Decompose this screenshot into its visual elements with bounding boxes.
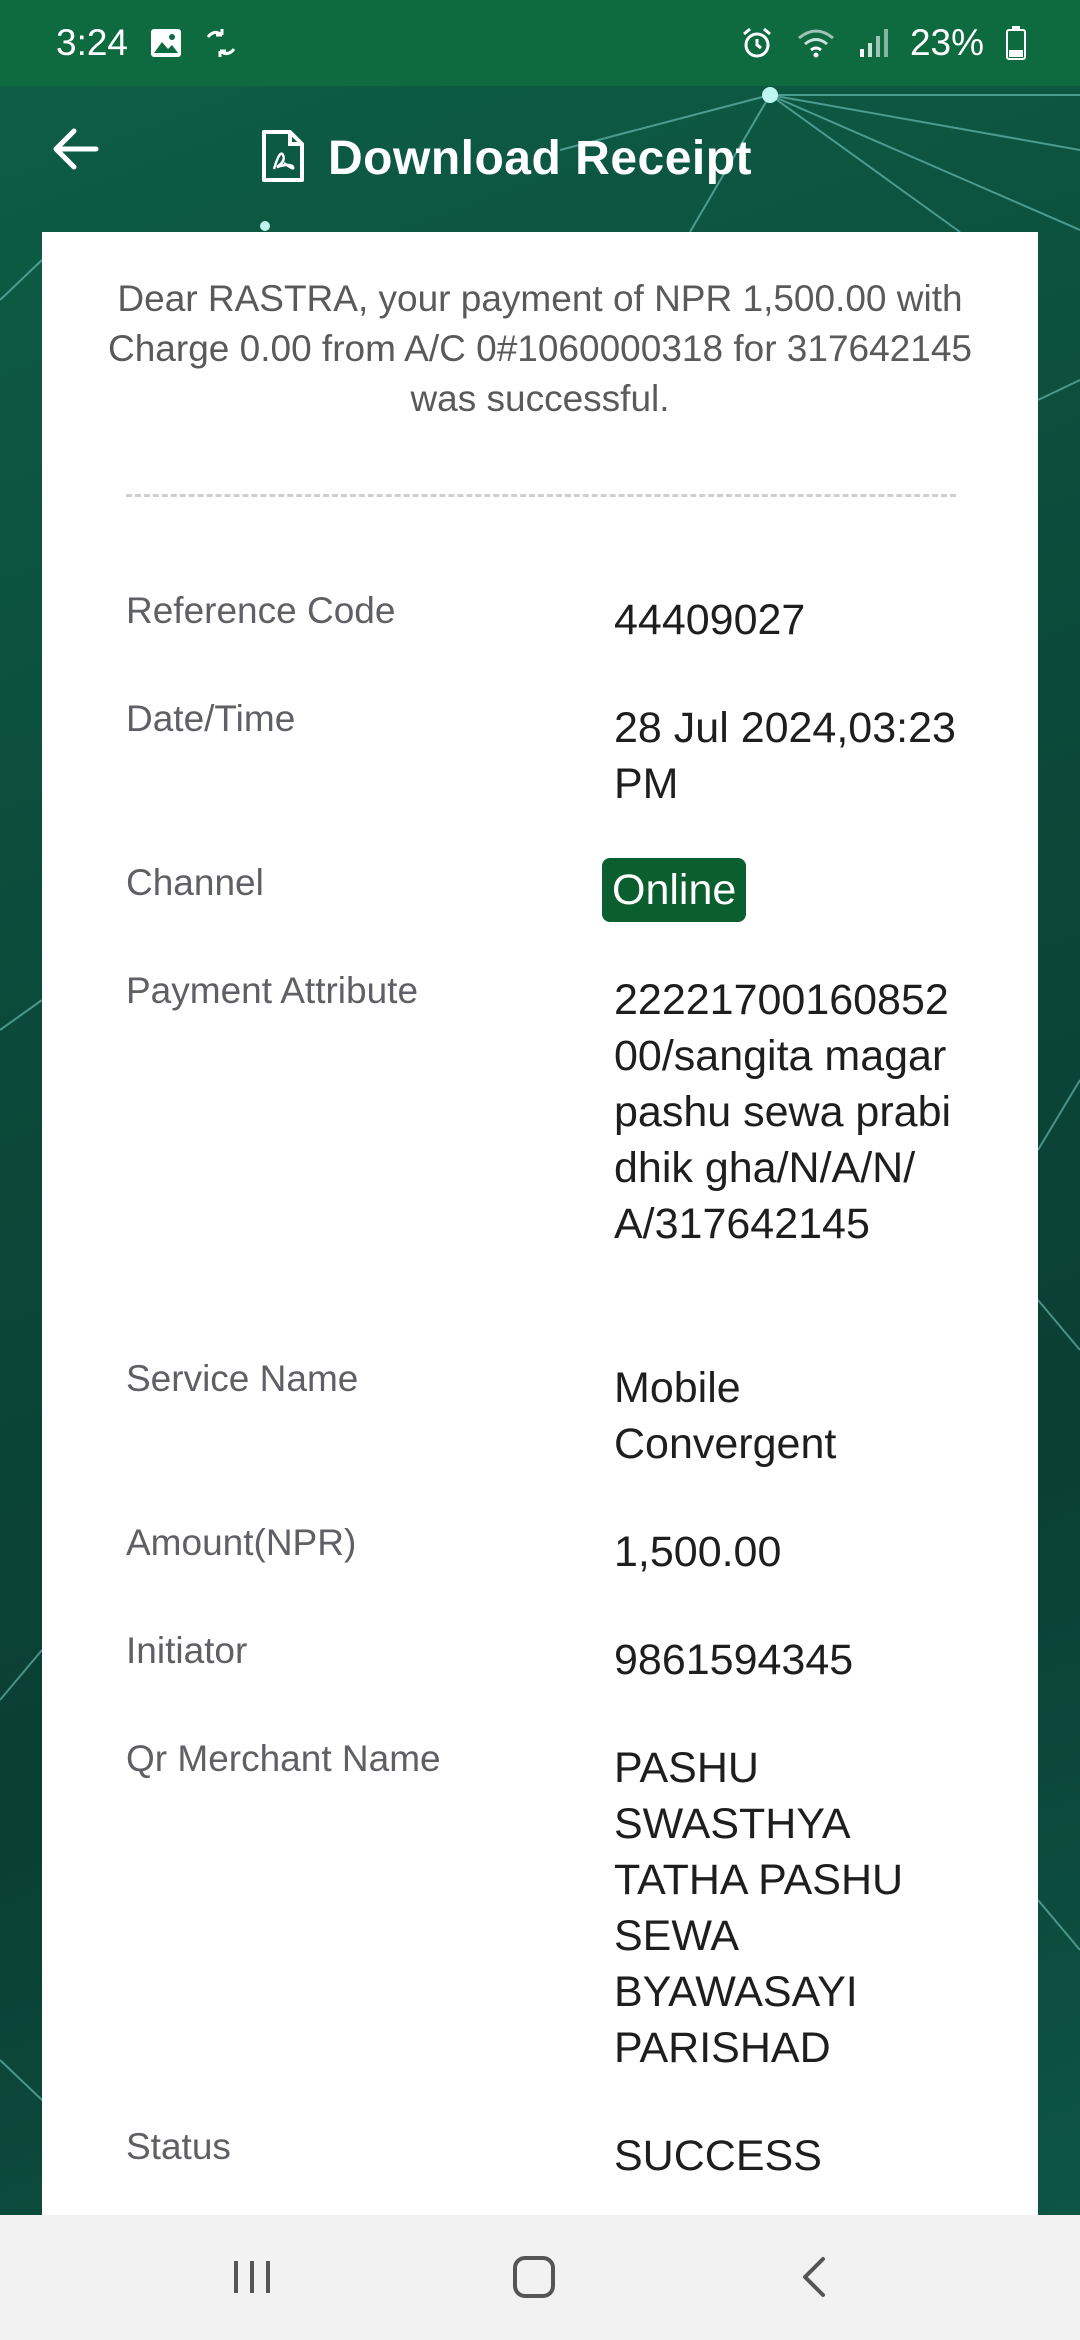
battery-icon (1006, 26, 1026, 60)
row-value: SUCCESS (614, 2132, 822, 2180)
page-title: Download Receipt (328, 131, 753, 185)
battery-percent: 23% (909, 22, 984, 63)
row-value: PASHU SWASTHYA TATHA PASHU SEWA BYAWASAY… (614, 1744, 904, 2072)
status-bar: 3:24 23% (0, 0, 1080, 86)
row-value: 9861594345 (614, 1636, 854, 1684)
row-value: 28 Jul 2024,03:23 PM (614, 704, 956, 808)
row-label: Qr Merchant Name (126, 1738, 441, 1779)
row-label: Initiator (126, 1630, 248, 1671)
row-label: Reference Code (126, 590, 396, 631)
navigation-bar (0, 2215, 1080, 2340)
row-value: Mobile Convergent (614, 1364, 837, 1468)
row-label: Date/Time (126, 698, 296, 739)
home-button[interactable] (502, 2247, 566, 2311)
row-value: 1,500.00 (614, 1528, 782, 1576)
sync-icon (204, 27, 238, 59)
nav-back-button[interactable] (782, 2247, 846, 2311)
alarm-icon (740, 26, 774, 60)
signal-icon (858, 27, 888, 59)
row-label: Payment Attribute (126, 970, 419, 1011)
gallery-icon (150, 28, 182, 58)
home-icon (511, 2254, 557, 2305)
arrow-left-icon (50, 127, 100, 176)
recent-apps-icon (230, 2257, 274, 2302)
pdf-icon (260, 129, 306, 188)
row-value: 44409027 (614, 596, 806, 644)
download-receipt-action[interactable]: Download Receipt (260, 126, 752, 190)
app-header: Download Receipt (0, 86, 1080, 232)
row-label: Amount(NPR) (126, 1522, 357, 1563)
wifi-icon (796, 27, 836, 59)
back-button[interactable] (40, 116, 110, 186)
row-label: Status (126, 2126, 231, 2167)
payment-message: Dear RASTRA, your payment of NPR 1,500.0… (108, 278, 972, 419)
channel-badge: Online (602, 858, 747, 922)
recent-apps-button[interactable] (220, 2247, 284, 2311)
back-icon (799, 2255, 829, 2304)
status-time: 3:24 (56, 22, 129, 63)
row-label: Channel (126, 862, 264, 903)
row-value: 2222170016085200/sangita magar pashu sew… (614, 976, 952, 1248)
receipt-card: Dear RASTRA, your payment of NPR 1,500.0… (42, 232, 1038, 2215)
row-label: Service Name (126, 1358, 359, 1399)
dashed-divider (126, 494, 956, 497)
